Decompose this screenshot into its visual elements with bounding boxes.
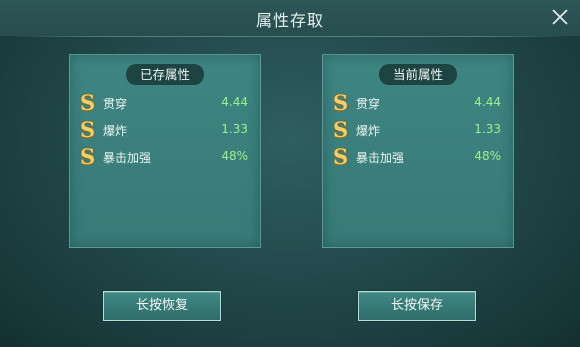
stat-value: 1.33 — [474, 122, 501, 136]
grade-s-icon: S — [80, 144, 96, 169]
stat-value: 1.33 — [221, 122, 248, 136]
stat-name: 暴击加强 — [356, 151, 405, 165]
grade-s-icon: S — [333, 144, 349, 169]
stat-value: 4.44 — [221, 95, 248, 109]
grade-s-icon: S — [333, 90, 349, 115]
title-divider — [10, 36, 570, 37]
stat-name: 贯穿 — [103, 97, 128, 111]
stat-name: 暴击加强 — [103, 151, 152, 165]
hold-restore-button[interactable]: 长按恢复 — [103, 291, 221, 321]
stat-row: S 贯穿 4.44 — [80, 91, 250, 115]
page-title: 属性存取 — [255, 11, 324, 30]
stat-value: 48% — [474, 149, 501, 163]
current-attributes-panel: 当前属性 S 贯穿 4.44 S 爆炸 1.33 S 暴击加强 48% — [322, 54, 514, 248]
grade-s-icon: S — [80, 117, 96, 142]
stat-name: 爆炸 — [356, 124, 381, 138]
stat-row: S 贯穿 4.44 — [333, 91, 503, 115]
current-attributes-title: 当前属性 — [378, 64, 458, 85]
stat-value: 48% — [221, 149, 248, 163]
stat-row: S 暴击加强 48% — [80, 145, 250, 169]
stat-value: 4.44 — [474, 95, 501, 109]
stat-name: 爆炸 — [103, 124, 128, 138]
stat-name: 贯穿 — [356, 97, 381, 111]
stat-row: S 爆炸 1.33 — [80, 118, 250, 142]
close-icon[interactable] — [549, 6, 571, 28]
hold-save-button[interactable]: 长按保存 — [358, 291, 476, 321]
saved-attributes-panel: 已存属性 S 贯穿 4.44 S 爆炸 1.33 S 暴击加强 48% — [69, 54, 261, 248]
grade-s-icon: S — [333, 117, 349, 142]
saved-attributes-title: 已存属性 — [125, 64, 205, 85]
stat-row: S 暴击加强 48% — [333, 145, 503, 169]
grade-s-icon: S — [80, 90, 96, 115]
stat-row: S 爆炸 1.33 — [333, 118, 503, 142]
